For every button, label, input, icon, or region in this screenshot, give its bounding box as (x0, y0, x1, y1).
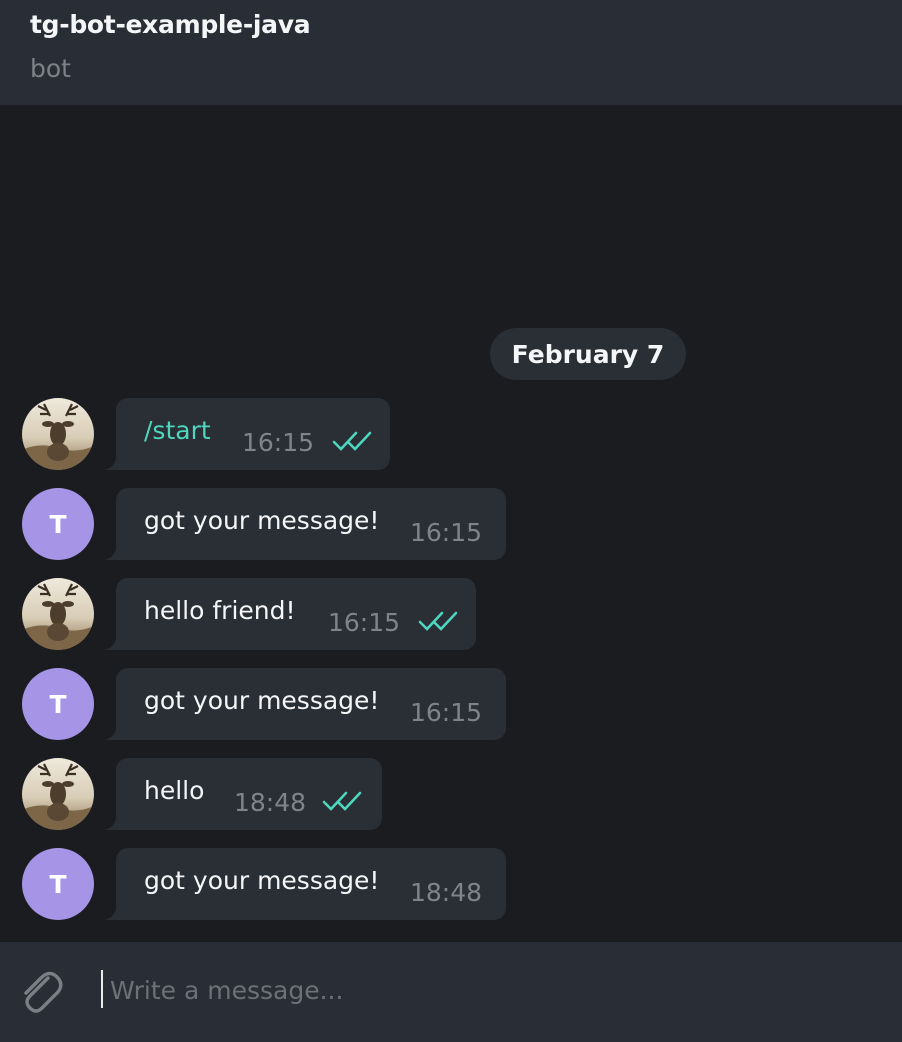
message-time: 16:15 (410, 698, 483, 727)
avatar[interactable]: T (22, 668, 94, 740)
message-text[interactable]: /start (144, 416, 211, 445)
message-time: 16:15 (242, 428, 315, 457)
message-bubble[interactable]: got your message! 16:15 (102, 488, 506, 560)
deer-avatar-icon (22, 398, 94, 470)
message-text[interactable]: hello friend! (144, 596, 296, 625)
double-check-icon (418, 611, 458, 631)
avatar[interactable] (22, 578, 94, 650)
message-time: 18:48 (234, 788, 307, 817)
chat-header[interactable]: tg-bot-example-java bot (0, 0, 902, 105)
message-text[interactable]: got your message! (144, 866, 379, 895)
message-text[interactable]: hello (144, 776, 204, 805)
message-bubble[interactable]: hello 18:48 (102, 758, 382, 830)
message-bubble[interactable]: /start 16:15 (102, 398, 390, 470)
message-time: 16:15 (328, 608, 401, 637)
avatar[interactable]: T (22, 848, 94, 920)
double-check-icon (332, 431, 372, 451)
chat-subtitle: bot (30, 54, 71, 83)
double-check-icon (322, 791, 362, 811)
avatar[interactable] (22, 758, 94, 830)
chat-title[interactable]: tg-bot-example-java (30, 10, 311, 39)
message-list[interactable]: February 7 /start 16:15 T got your messa… (0, 105, 902, 942)
message-bubble[interactable]: hello friend! 16:15 (102, 578, 476, 650)
message-text[interactable]: got your message! (144, 506, 379, 535)
date-separator: February 7 (490, 328, 686, 380)
message-input[interactable] (108, 968, 812, 1012)
avatar[interactable]: T (22, 488, 94, 560)
message-bubble[interactable]: got your message! 16:15 (102, 668, 506, 740)
deer-avatar-icon (22, 758, 94, 830)
paperclip-icon[interactable] (18, 966, 64, 1018)
message-time: 16:15 (410, 518, 483, 547)
message-bubble[interactable]: got your message! 18:48 (102, 848, 506, 920)
text-cursor (101, 970, 103, 1008)
message-composer (0, 942, 902, 1042)
message-text[interactable]: got your message! (144, 686, 379, 715)
avatar[interactable] (22, 398, 94, 470)
deer-avatar-icon (22, 578, 94, 650)
message-time: 18:48 (410, 878, 483, 907)
